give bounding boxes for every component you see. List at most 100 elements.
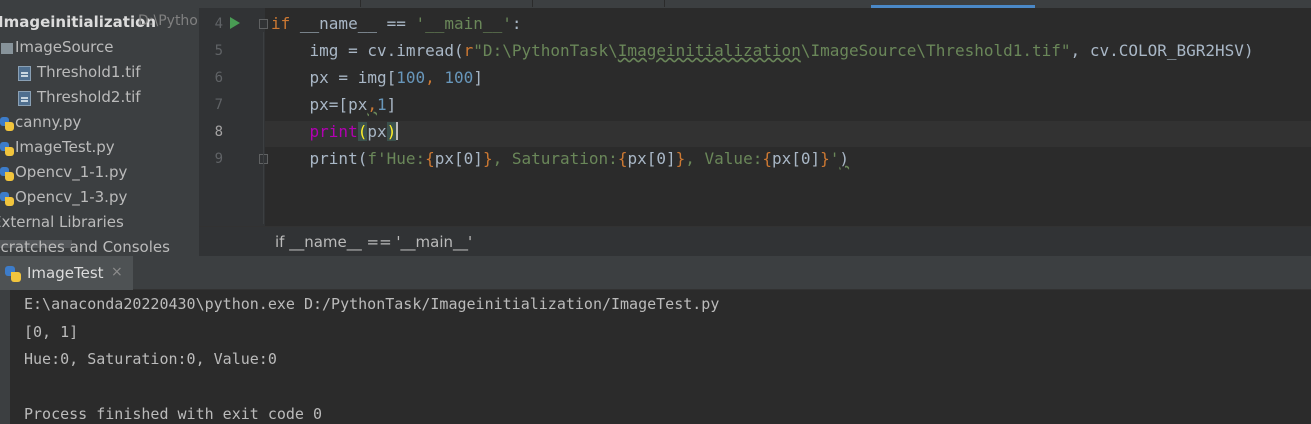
code-token: px=[px [271,95,368,114]
python-file-icon [0,192,14,206]
code-line-7[interactable]: px=[px,1] [271,92,397,118]
python-file-icon [0,167,14,181]
editor-gutter: 4 5 6 7 8 9 [199,8,268,226]
line-number: 9 [214,151,223,167]
tree-item-opencv-1-1[interactable]: Opencv_1-1.py [0,161,199,186]
text-caret [396,122,399,140]
run-tool-window-header: ImageTest × [0,256,1311,290]
code-token: , [367,95,377,114]
run-console[interactable]: E:\anaconda20220430\python.exe D:/Python… [10,290,1311,424]
python-file-icon [0,117,14,131]
line-number: 4 [214,16,223,32]
project-root-path: D:\Pytho [138,13,198,29]
fold-marker-icon[interactable] [259,19,268,29]
code-token: } [675,149,686,168]
code-token: ] [473,68,483,87]
code-token: '__main__' [415,14,512,33]
code-token: print [309,122,358,141]
current-line-highlight [265,121,1311,147]
tif-file-icon [18,91,31,106]
code-token: px[0] [627,149,676,168]
line-number: 7 [214,97,223,113]
tree-item-scratches[interactable]: Scratches and Consoles [0,236,199,256]
fold-guide [263,32,264,224]
code-token: } [820,149,830,168]
code-token: r [463,41,474,60]
code-line-5[interactable]: img = cv.imread(r"D:\PythonTask\Imageini… [271,38,1254,64]
code-token: ' [829,149,840,168]
code-token: } [482,149,493,168]
tree-item-label: ImageTest.py [15,138,115,156]
code-token: ) [839,149,850,168]
code-line-9[interactable]: print(f'Hue:{px[0]}, Saturation:{px[0]},… [271,146,850,172]
python-file-icon [5,266,21,282]
code-token: "D:\PythonTask\ [473,41,618,60]
tree-item-label: Opencv_1-1.py [15,163,128,181]
code-token: { [617,149,628,168]
tree-item-opencv-1-3[interactable]: Opencv_1-3.py [0,186,199,211]
project-root-name[interactable]: Imageinitialization [0,13,156,31]
close-icon[interactable]: × [111,264,123,280]
code-token: if [271,14,291,33]
editor-tab-strip [199,0,1311,8]
code-token: , [425,68,445,87]
code-token: px [367,122,387,141]
code-line-8[interactable]: print(px) [271,119,399,145]
code-token: px[0] [771,149,821,168]
tree-item-imagesource[interactable]: ImageSource [0,36,199,61]
code-token: , Saturation: [492,149,618,168]
code-token: __name__ == [290,14,416,33]
ide-top-area: Imageinitialization D:\Pytho ImageSource… [0,0,1311,256]
run-tab-imagetest[interactable]: ImageTest × [0,256,133,290]
line-number: 5 [214,43,223,59]
folder-icon [1,43,13,54]
editor-tab[interactable] [383,0,533,7]
tree-item-label: ImageSource [15,38,114,56]
code-token: ] [386,95,397,114]
code-line-4[interactable]: if __name__ == '__main__': [271,11,521,37]
code-editor[interactable]: 4 5 6 7 8 9 if __name__ == '__main__': i… [199,8,1311,226]
tif-file-icon [18,66,31,81]
tree-item-label: Threshold2.tif [37,88,141,106]
breadcrumb[interactable]: if __name__ == '__main__' [275,233,472,251]
line-number: 6 [214,70,223,86]
project-panel: Imageinitialization D:\Pytho ImageSource… [0,0,199,256]
tree-item-canny[interactable]: canny.py [0,111,199,136]
python-file-icon [0,142,14,156]
tree-item-threshold1[interactable]: Threshold1.tif [0,61,199,86]
code-token: : [511,14,522,33]
code-token: 1 [376,95,387,114]
code-token: \ImageSource\Threshold1.tif" [800,41,1071,60]
matched-paren: ) [386,122,397,141]
tree-item-threshold2[interactable]: Threshold2.tif [0,86,199,111]
code-token: { [762,149,772,168]
tree-item-label: External Libraries [0,213,124,231]
editor-tab[interactable] [555,0,665,7]
line-number-current: 8 [214,124,223,140]
breadcrumb-bar: if __name__ == '__main__' [199,226,1311,256]
tree-item-label: Scratches and Consoles [0,238,170,256]
code-line-6[interactable]: px = img[100, 100] [271,65,483,91]
tree-item-imagetest[interactable]: ImageTest.py [0,136,199,161]
editor-tab[interactable] [211,0,361,7]
console-line: E:\anaconda20220430\python.exe D:/Python… [24,295,720,313]
code-token: 100 [444,68,474,87]
code-token: px[0] [434,149,483,168]
run-toolbar-strip [0,290,10,424]
console-line: [0, 1] [24,323,79,341]
code-token: img = cv.imread( [271,41,464,60]
tree-item-label: Threshold1.tif [37,63,141,81]
code-token: 100 [396,68,426,87]
run-arrow-icon[interactable] [230,17,240,29]
tree-item-external-libraries[interactable]: External Libraries [0,211,199,236]
console-line: Process finished with exit code 0 [24,405,323,423]
code-token: px = img[ [271,68,397,87]
code-token: f'Hue: [367,149,426,168]
run-tab-label: ImageTest [27,264,104,282]
code-token: , Value: [685,149,763,168]
matched-paren: ( [357,122,368,141]
console-line: Hue:0, Saturation:0, Value:0 [24,350,277,368]
code-token: { [425,149,435,168]
tree-item-label: Opencv_1-3.py [15,188,128,206]
code-token: print( [271,149,368,168]
